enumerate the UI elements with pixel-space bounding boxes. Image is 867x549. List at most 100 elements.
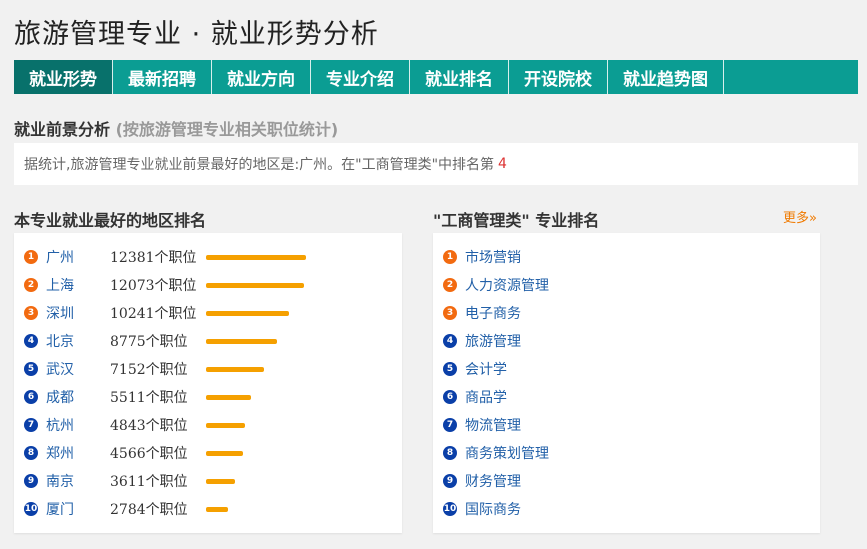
major-link[interactable]: 旅游管理	[465, 331, 521, 351]
job-count-bar-track	[206, 450, 306, 456]
region-row: 3 深圳 10241个职位	[24, 299, 306, 327]
job-count-bar-track	[206, 366, 306, 372]
rank-badge: 2	[443, 278, 457, 292]
city-link[interactable]: 南京	[46, 471, 110, 491]
more-link[interactable]: 更多»	[783, 207, 817, 226]
prospect-title: 就业前景分析	[14, 120, 111, 139]
major-link[interactable]: 会计学	[465, 359, 507, 379]
job-count-bar-track	[206, 506, 306, 512]
major-link[interactable]: 人力资源管理	[465, 275, 549, 295]
city-link[interactable]: 深圳	[46, 303, 110, 323]
rank-badge: 4	[24, 334, 38, 348]
major-link[interactable]: 商品学	[465, 387, 507, 407]
prospect-rank: 4	[498, 156, 507, 172]
job-count-bar	[206, 254, 306, 260]
job-count-bar	[206, 422, 245, 428]
tab-major-intro[interactable]: 专业介绍	[311, 60, 410, 94]
job-count-bar	[206, 366, 264, 372]
city-link[interactable]: 武汉	[46, 359, 110, 379]
region-row: 9 南京 3611个职位	[24, 467, 306, 495]
prospect-summary: 据统计,旅游管理专业就业前景最好的地区是:广州。在"工商管理类"中排名第 4	[14, 143, 858, 185]
rank-badge: 8	[24, 446, 38, 460]
city-link[interactable]: 郑州	[46, 443, 110, 463]
city-link[interactable]: 厦门	[46, 499, 110, 519]
job-count: 12381个职位	[110, 250, 197, 266]
rank-badge: 2	[24, 278, 38, 292]
region-row: 1 广州 12381个职位	[24, 243, 306, 271]
major-row: 1 市场营销	[443, 243, 521, 271]
region-row: 6 成都 5511个职位	[24, 383, 306, 411]
tab-latest-jobs[interactable]: 最新招聘	[113, 60, 212, 94]
rank-badge: 7	[24, 418, 38, 432]
job-count: 7152个职位	[110, 362, 188, 378]
job-count-bar-track	[206, 282, 306, 288]
job-count: 4843个职位	[110, 418, 188, 434]
region-row: 8 郑州 4566个职位	[24, 439, 306, 467]
rank-badge: 5	[443, 362, 457, 376]
major-row: 6 商品学	[443, 383, 507, 411]
major-row: 2 人力资源管理	[443, 271, 549, 299]
major-link[interactable]: 电子商务	[465, 303, 521, 323]
major-row: 3 电子商务	[443, 299, 521, 327]
major-row: 7 物流管理	[443, 411, 521, 439]
city-link[interactable]: 北京	[46, 331, 110, 351]
rank-badge: 6	[443, 390, 457, 404]
job-count-bar	[206, 310, 289, 316]
region-row: 2 上海 12073个职位	[24, 271, 306, 299]
job-count: 2784个职位	[110, 502, 188, 518]
tab-employment-situation[interactable]: 就业形势	[14, 60, 113, 94]
major-row: 10 国际商务	[443, 495, 521, 523]
region-ranking-panel: 1 广州 12381个职位 2 上海 12073个职位 3 深圳 10241个职位 4 北京 8775…	[14, 233, 402, 533]
rank-badge: 10	[443, 502, 457, 516]
major-link[interactable]: 物流管理	[465, 415, 521, 435]
tab-career-direction[interactable]: 就业方向	[212, 60, 311, 94]
job-count: 8775个职位	[110, 334, 188, 350]
rank-badge: 3	[443, 306, 457, 320]
job-count: 3611个职位	[110, 474, 188, 490]
major-row: 5 会计学	[443, 355, 507, 383]
major-row: 9 财务管理	[443, 467, 521, 495]
rank-badge: 4	[443, 334, 457, 348]
tab-trend-chart[interactable]: 就业趋势图	[608, 60, 724, 94]
job-count-bar	[206, 282, 304, 288]
job-count-bar	[206, 450, 243, 456]
tab-bar: 就业形势 最新招聘 就业方向 专业介绍 就业排名 开设院校 就业趋势图	[14, 60, 858, 94]
job-count-bar-track	[206, 254, 306, 260]
region-ranking-heading: 本专业就业最好的地区排名	[14, 211, 207, 230]
city-link[interactable]: 上海	[46, 275, 110, 295]
tab-employment-ranking[interactable]: 就业排名	[410, 60, 509, 94]
rank-badge: 7	[443, 418, 457, 432]
job-count-bar	[206, 394, 251, 400]
major-link[interactable]: 财务管理	[465, 471, 521, 491]
major-row: 4 旅游管理	[443, 327, 521, 355]
job-count-bar-track	[206, 338, 306, 344]
tab-universities[interactable]: 开设院校	[509, 60, 608, 94]
job-count-bar-track	[206, 422, 306, 428]
city-link[interactable]: 成都	[46, 387, 110, 407]
major-link[interactable]: 市场营销	[465, 247, 521, 267]
major-link[interactable]: 商务策划管理	[465, 443, 549, 463]
prospect-text: 据统计,旅游管理专业就业前景最好的地区是:广州。在"工商管理类"中排名第	[24, 157, 495, 173]
job-count-bar-track	[206, 310, 306, 316]
job-count-bar	[206, 338, 277, 344]
rank-badge: 3	[24, 306, 38, 320]
job-count-bar-track	[206, 478, 306, 484]
major-row: 8 商务策划管理	[443, 439, 549, 467]
major-link[interactable]: 国际商务	[465, 499, 521, 519]
job-count-bar	[206, 478, 235, 484]
city-link[interactable]: 广州	[46, 247, 110, 267]
region-row: 4 北京 8775个职位	[24, 327, 306, 355]
job-count: 12073个职位	[110, 278, 197, 294]
job-count: 5511个职位	[110, 390, 188, 406]
region-row: 7 杭州 4843个职位	[24, 411, 306, 439]
city-link[interactable]: 杭州	[46, 415, 110, 435]
page-title: 旅游管理专业 · 就业形势分析	[14, 19, 379, 50]
rank-badge: 1	[24, 250, 38, 264]
rank-badge: 9	[443, 474, 457, 488]
major-ranking-panel: 1 市场营销 2 人力资源管理 3 电子商务 4 旅游管理 5 会计学 6 商品学 7 物流管理 8 商务策划…	[433, 233, 820, 533]
job-count: 10241个职位	[110, 306, 197, 322]
job-count-bar-track	[206, 394, 306, 400]
region-row: 5 武汉 7152个职位	[24, 355, 306, 383]
rank-badge: 8	[443, 446, 457, 460]
job-count: 4566个职位	[110, 446, 188, 462]
